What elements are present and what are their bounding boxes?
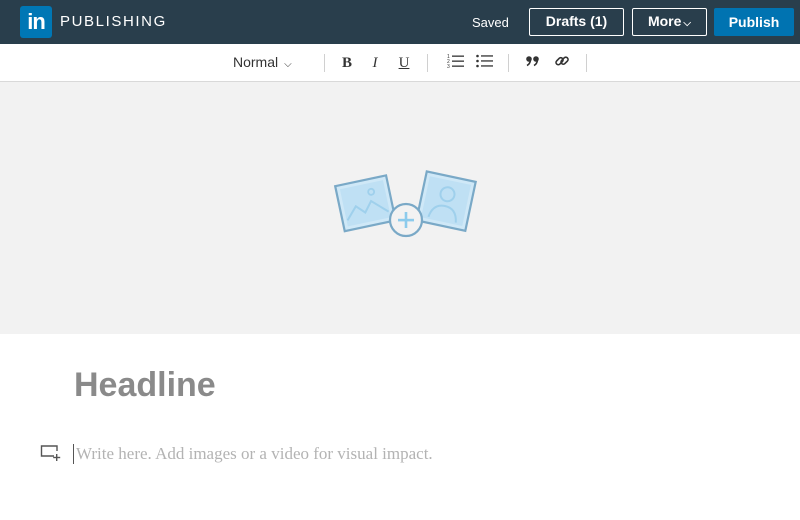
link-icon [555, 56, 569, 66]
save-status: Saved [472, 15, 509, 30]
bulleted-list-icon [476, 54, 493, 68]
drafts-button[interactable]: Drafts (1) [529, 8, 624, 36]
underline-icon: U [398, 55, 410, 71]
body-input[interactable]: Write here. Add images or a video for vi… [73, 444, 433, 464]
toolbar-divider [586, 54, 587, 72]
bulleted-list-button[interactable] [475, 53, 495, 73]
drafts-button-label: Drafts (1) [545, 13, 608, 29]
publish-button-label: Publish [728, 14, 780, 30]
svg-text:3: 3 [447, 64, 450, 69]
top-bar: in PUBLISHING Saved Drafts (1) More ⌵ Pub… [0, 0, 800, 44]
headline-input[interactable]: Headline [74, 366, 216, 405]
add-image-icon[interactable] [330, 166, 480, 246]
bold-icon: B [341, 55, 352, 71]
quote-button[interactable] [523, 53, 543, 73]
linkedin-logo[interactable]: in [20, 6, 52, 38]
chevron-down-icon: ⌵ [683, 18, 692, 29]
more-button-label: More [647, 13, 682, 29]
italic-button[interactable]: I [365, 53, 385, 73]
toolbar-divider [324, 54, 325, 72]
numbered-list-icon: 1 2 3 [447, 54, 464, 69]
publish-button[interactable]: Publish [714, 8, 794, 36]
text-style-value: Normal [233, 54, 279, 70]
cover-image-dropzone[interactable] [0, 82, 800, 334]
text-style-select[interactable]: Normal ⌵ [233, 54, 292, 70]
numbered-list-button[interactable]: 1 2 3 [446, 53, 466, 73]
underline-button[interactable]: U [394, 53, 414, 73]
link-button[interactable] [552, 53, 572, 73]
publishing-label: PUBLISHING [60, 13, 167, 30]
bold-button[interactable]: B [337, 53, 357, 73]
italic-icon: I [372, 55, 378, 71]
toolbar-divider [427, 54, 428, 72]
chevron-down-icon: ⌵ [284, 59, 292, 70]
toolbar-divider [508, 54, 509, 72]
quote-icon [526, 56, 539, 67]
formatting-toolbar: Normal ⌵ B I U 1 2 3 [0, 44, 800, 82]
insert-media-icon[interactable] [40, 444, 62, 462]
more-button[interactable]: More ⌵ [632, 8, 707, 36]
